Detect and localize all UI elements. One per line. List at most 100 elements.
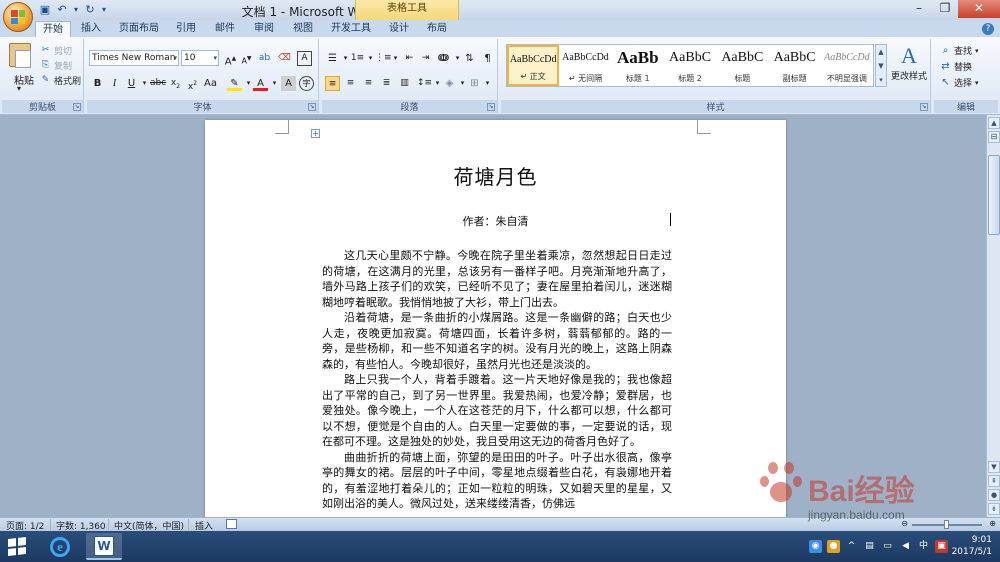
clear-format-icon[interactable]: ⌫ xyxy=(277,51,292,66)
ruler-toggle-icon[interactable]: ⊟ xyxy=(988,131,1000,143)
table-move-handle-icon[interactable]: + xyxy=(311,129,320,138)
char-border-icon[interactable]: A xyxy=(297,51,312,66)
taskbar-word[interactable]: W xyxy=(86,533,122,560)
char-shading-icon[interactable]: A xyxy=(281,76,296,91)
style-subtitle[interactable]: AaBbC 副标题 xyxy=(768,45,820,86)
scroll-down-icon[interactable]: ▼ xyxy=(988,461,1000,473)
style-heading-1[interactable]: AaBb 标题 1 xyxy=(612,45,664,86)
tab-layout[interactable]: 布局 xyxy=(420,21,454,37)
select-browse-object-icon[interactable]: ● xyxy=(988,489,1000,501)
tray-network-icon[interactable]: ▤ xyxy=(863,540,876,553)
align-right-icon[interactable]: ≡ xyxy=(361,76,376,91)
clipboard-launcher-icon[interactable]: ↘ xyxy=(73,103,81,111)
taskbar-ie[interactable]: e xyxy=(42,533,78,560)
sort-icon[interactable]: ⇅ xyxy=(462,51,477,66)
zoom-out-icon[interactable]: ⊖ xyxy=(901,519,908,528)
change-case-icon[interactable]: Aa xyxy=(203,76,218,91)
replace-button[interactable]: ⇄ 替换 xyxy=(940,60,972,73)
cut-button[interactable]: ✂ 剪切 xyxy=(40,44,72,57)
decrease-indent-icon[interactable]: ⇤ xyxy=(402,51,417,66)
tab-review[interactable]: 审阅 xyxy=(247,21,281,37)
restore-button[interactable]: ❐ xyxy=(932,0,958,18)
tray-app-icon[interactable]: ◉ xyxy=(809,540,822,553)
customize-qat-icon[interactable]: ▾ xyxy=(100,3,108,17)
font-color-dropdown-icon[interactable]: ▾ xyxy=(267,76,282,91)
tray-battery-icon[interactable]: ▭ xyxy=(881,540,894,553)
undo-dropdown-icon[interactable]: ▾ xyxy=(72,3,80,17)
prev-page-icon[interactable]: ⇞ xyxy=(988,475,1000,487)
strikethrough-icon[interactable]: abc xyxy=(150,76,166,91)
tray-ime[interactable]: 中 xyxy=(917,540,930,553)
scroll-thumb[interactable] xyxy=(988,155,1000,235)
tray-notification-icon[interactable]: ▣ xyxy=(935,540,948,553)
scroll-up-icon[interactable]: ▲ xyxy=(988,117,1000,129)
styles-launcher-icon[interactable]: ↘ xyxy=(920,103,928,111)
select-button[interactable]: ↖ 选择 ▾ xyxy=(940,76,978,89)
style-no-spacing[interactable]: AaBbCcDd ↵ 无间隔 xyxy=(559,45,611,86)
font-launcher-icon[interactable]: ↘ xyxy=(308,103,316,111)
multilevel-dropdown-icon[interactable]: ▾ xyxy=(388,51,403,66)
copy-button[interactable]: ⎘ 复制 xyxy=(40,59,72,72)
next-page-icon[interactable]: ⇟ xyxy=(988,503,1000,515)
shrink-font-icon[interactable]: A▼ xyxy=(239,51,254,66)
highlight-icon[interactable]: ✎ xyxy=(227,76,242,91)
redo-icon[interactable]: ↻ xyxy=(83,3,97,17)
chevron-down-icon[interactable]: ▼ xyxy=(876,59,886,73)
gallery-scroll[interactable]: ▲ ▼ ▾ xyxy=(875,44,887,87)
text-direction-icon[interactable]: ↈ xyxy=(436,51,451,66)
tray-chevron-icon[interactable]: ^ xyxy=(845,540,858,553)
tray-qq-icon[interactable]: ● xyxy=(827,540,840,553)
paragraph-launcher-icon[interactable]: ↘ xyxy=(487,103,495,111)
style-normal[interactable]: AaBbCcDd ↵ 正文 xyxy=(507,45,560,86)
distributed-icon[interactable]: ▥ xyxy=(397,76,412,91)
minimize-button[interactable]: – xyxy=(906,0,932,18)
gallery-more-icon[interactable]: ▾ xyxy=(876,73,886,87)
increase-indent-icon[interactable]: ⇥ xyxy=(418,51,433,66)
tab-view[interactable]: 视图 xyxy=(286,21,320,37)
style-heading-2[interactable]: AaBbC 标题 2 xyxy=(664,45,716,86)
tab-home[interactable]: 开始 xyxy=(35,21,71,37)
tab-page-layout[interactable]: 页面布局 xyxy=(112,21,166,37)
superscript-icon[interactable]: x2 xyxy=(185,76,200,92)
tab-references[interactable]: 引用 xyxy=(170,21,202,37)
document-page[interactable]: + 荷塘月色 作者：朱自清 这几天心里颇不宁静。今晚在院子里坐着乘凉，忽然想起日… xyxy=(205,120,786,517)
subscript-icon[interactable]: x2 xyxy=(168,76,183,91)
tab-design[interactable]: 设计 xyxy=(382,21,416,37)
grow-font-icon[interactable]: A▲ xyxy=(223,51,238,67)
vertical-scrollbar[interactable]: ▲ ⊟ ▼ ⇞ ● ⇟ xyxy=(986,115,1000,517)
tab-insert[interactable]: 插入 xyxy=(74,21,108,37)
undo-icon[interactable]: ↶ xyxy=(55,3,69,17)
italic-icon[interactable]: I xyxy=(107,76,122,91)
style-title[interactable]: AaBbC 标题 xyxy=(716,45,768,86)
paste-icon[interactable] xyxy=(9,43,31,68)
align-center-icon[interactable]: ≡ xyxy=(343,76,358,91)
windows-start-icon[interactable] xyxy=(8,537,26,556)
chevron-up-icon[interactable]: ▲ xyxy=(876,45,886,59)
change-styles-button[interactable]: A 更改样式 xyxy=(890,43,928,82)
style-subtle-emphasis[interactable]: AaBbCcDd 不明显强调 xyxy=(821,45,873,86)
font-size-combo[interactable]: 10 ▾ xyxy=(181,50,219,66)
tab-mailings[interactable]: 邮件 xyxy=(208,21,242,37)
font-name-combo[interactable]: Times New Roman ▾ xyxy=(89,50,179,66)
find-button[interactable]: ⌕ 查找 ▾ xyxy=(940,44,979,57)
font-color-icon[interactable]: A xyxy=(253,76,268,91)
align-left-icon[interactable]: ≡ xyxy=(325,76,340,91)
format-painter-button[interactable]: ✎ 格式刷 xyxy=(40,74,81,87)
bold-icon[interactable]: B xyxy=(90,76,105,91)
justify-icon[interactable]: ≣ xyxy=(379,76,394,91)
tray-volume-icon[interactable]: ◀ xyxy=(899,540,912,553)
office-button[interactable] xyxy=(3,2,33,32)
macro-record-icon[interactable] xyxy=(226,519,237,529)
paste-dropdown-icon[interactable]: ▾ xyxy=(17,84,21,93)
tab-developer[interactable]: 开发工具 xyxy=(326,21,376,37)
enclose-char-icon[interactable]: 字 xyxy=(299,76,314,91)
save-icon[interactable]: ▣ xyxy=(38,3,52,17)
borders-dropdown-icon[interactable]: ▾ xyxy=(480,76,495,91)
close-button[interactable]: ✕ xyxy=(958,0,1000,18)
clock[interactable]: 9:01 2017/5/1 xyxy=(952,534,992,558)
phonetic-icon[interactable]: ab xyxy=(257,51,272,66)
zoom-slider[interactable] xyxy=(912,520,982,529)
help-icon[interactable]: ? xyxy=(982,23,994,35)
zoom-slider-knob[interactable] xyxy=(944,520,949,529)
show-marks-icon[interactable]: ¶ xyxy=(480,51,495,66)
